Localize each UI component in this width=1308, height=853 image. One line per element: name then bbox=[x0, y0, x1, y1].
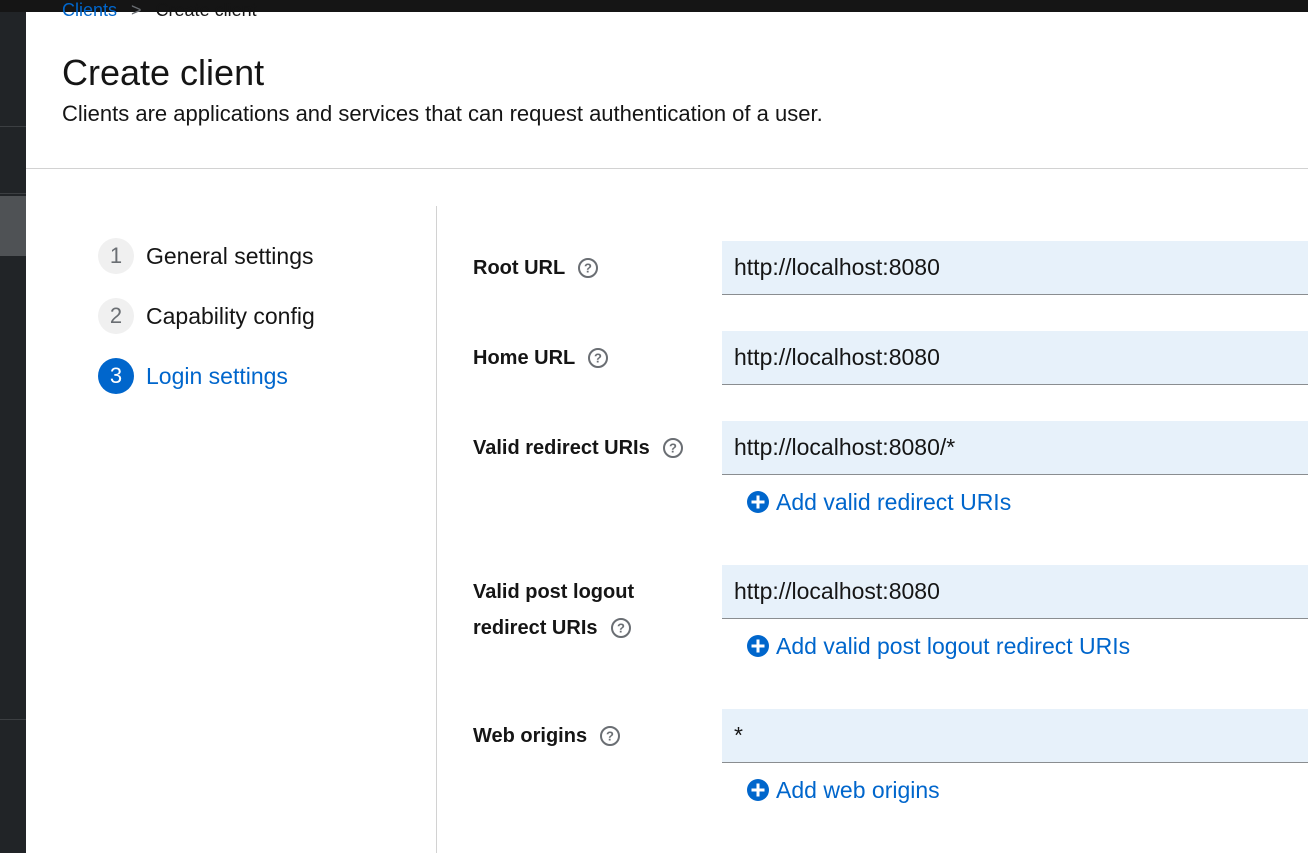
help-icon[interactable]: ? bbox=[610, 617, 632, 639]
home-url-input[interactable] bbox=[722, 331, 1308, 385]
root-url-label: Root URL ? bbox=[473, 250, 599, 286]
wizard-step-login-settings[interactable]: 3 Login settings bbox=[98, 358, 288, 394]
wizard-step-capability-config[interactable]: 2 Capability config bbox=[98, 298, 315, 334]
wizard-step-general-settings[interactable]: 1 General settings bbox=[98, 238, 313, 274]
nav-sidebar bbox=[0, 12, 26, 853]
sidebar-divider bbox=[0, 126, 26, 127]
valid-redirect-uris-label: Valid redirect URIs ? bbox=[473, 430, 684, 466]
svg-text:?: ? bbox=[606, 729, 614, 744]
sidebar-divider bbox=[0, 719, 26, 720]
breadcrumb-clients-link[interactable]: Clients bbox=[62, 0, 117, 20]
breadcrumb-current: Create client bbox=[155, 0, 257, 20]
step-number: 2 bbox=[98, 298, 134, 334]
sidebar-item-active[interactable] bbox=[0, 196, 26, 256]
breadcrumb: Clients > Create client bbox=[62, 0, 257, 20]
add-valid-post-logout-label: Add valid post logout redirect URIs bbox=[776, 632, 1131, 659]
help-icon[interactable]: ? bbox=[662, 437, 684, 459]
valid-post-logout-label-line1: Valid post logout bbox=[473, 581, 635, 603]
step-number: 1 bbox=[98, 238, 134, 274]
page-title: Create client bbox=[62, 52, 265, 93]
help-icon[interactable]: ? bbox=[587, 347, 609, 369]
svg-text:?: ? bbox=[594, 351, 602, 366]
page-description: Clients are applications and services th… bbox=[62, 101, 823, 126]
web-origins-label-text: Web origins bbox=[473, 725, 588, 747]
step-number: 3 bbox=[98, 358, 134, 394]
valid-redirect-uris-input[interactable] bbox=[722, 421, 1308, 475]
wizard-nav-divider bbox=[436, 206, 437, 853]
valid-post-logout-label-line2: redirect URIs ? bbox=[473, 610, 632, 646]
help-icon[interactable]: ? bbox=[599, 725, 621, 747]
svg-text:?: ? bbox=[617, 621, 625, 636]
valid-post-logout-label-text: redirect URIs bbox=[473, 617, 598, 639]
root-url-input[interactable] bbox=[722, 241, 1308, 295]
web-origins-label: Web origins ? bbox=[473, 718, 621, 754]
root-url-label-text: Root URL bbox=[473, 257, 566, 279]
plus-circle-icon bbox=[747, 491, 769, 513]
valid-redirect-uris-label-text: Valid redirect URIs bbox=[473, 437, 650, 459]
step-label: Capability config bbox=[146, 302, 315, 329]
breadcrumb-separator: > bbox=[131, 0, 142, 20]
svg-text:?: ? bbox=[669, 441, 677, 456]
home-url-label: Home URL ? bbox=[473, 340, 609, 376]
add-web-origins-label: Add web origins bbox=[776, 776, 940, 803]
add-valid-redirect-uris-button[interactable]: Add valid redirect URIs bbox=[746, 486, 1011, 518]
add-web-origins-button[interactable]: Add web origins bbox=[746, 774, 940, 806]
plus-circle-icon bbox=[747, 779, 769, 801]
step-label: Login settings bbox=[146, 362, 288, 389]
web-origins-input[interactable] bbox=[722, 709, 1308, 763]
main-content: Clients > Create client Create client Clie… bbox=[26, 0, 1308, 853]
help-icon[interactable]: ? bbox=[577, 257, 599, 279]
valid-post-logout-redirect-uris-input[interactable] bbox=[722, 565, 1308, 619]
home-url-label-text: Home URL bbox=[473, 347, 576, 369]
svg-text:?: ? bbox=[584, 261, 592, 276]
add-valid-post-logout-redirect-uris-button[interactable]: Add valid post logout redirect URIs bbox=[746, 630, 1130, 662]
step-label: General settings bbox=[146, 242, 314, 269]
sidebar-divider bbox=[0, 193, 26, 194]
header-divider bbox=[26, 168, 1308, 169]
plus-circle-icon bbox=[747, 635, 769, 657]
add-valid-redirect-uris-label: Add valid redirect URIs bbox=[776, 488, 1012, 515]
